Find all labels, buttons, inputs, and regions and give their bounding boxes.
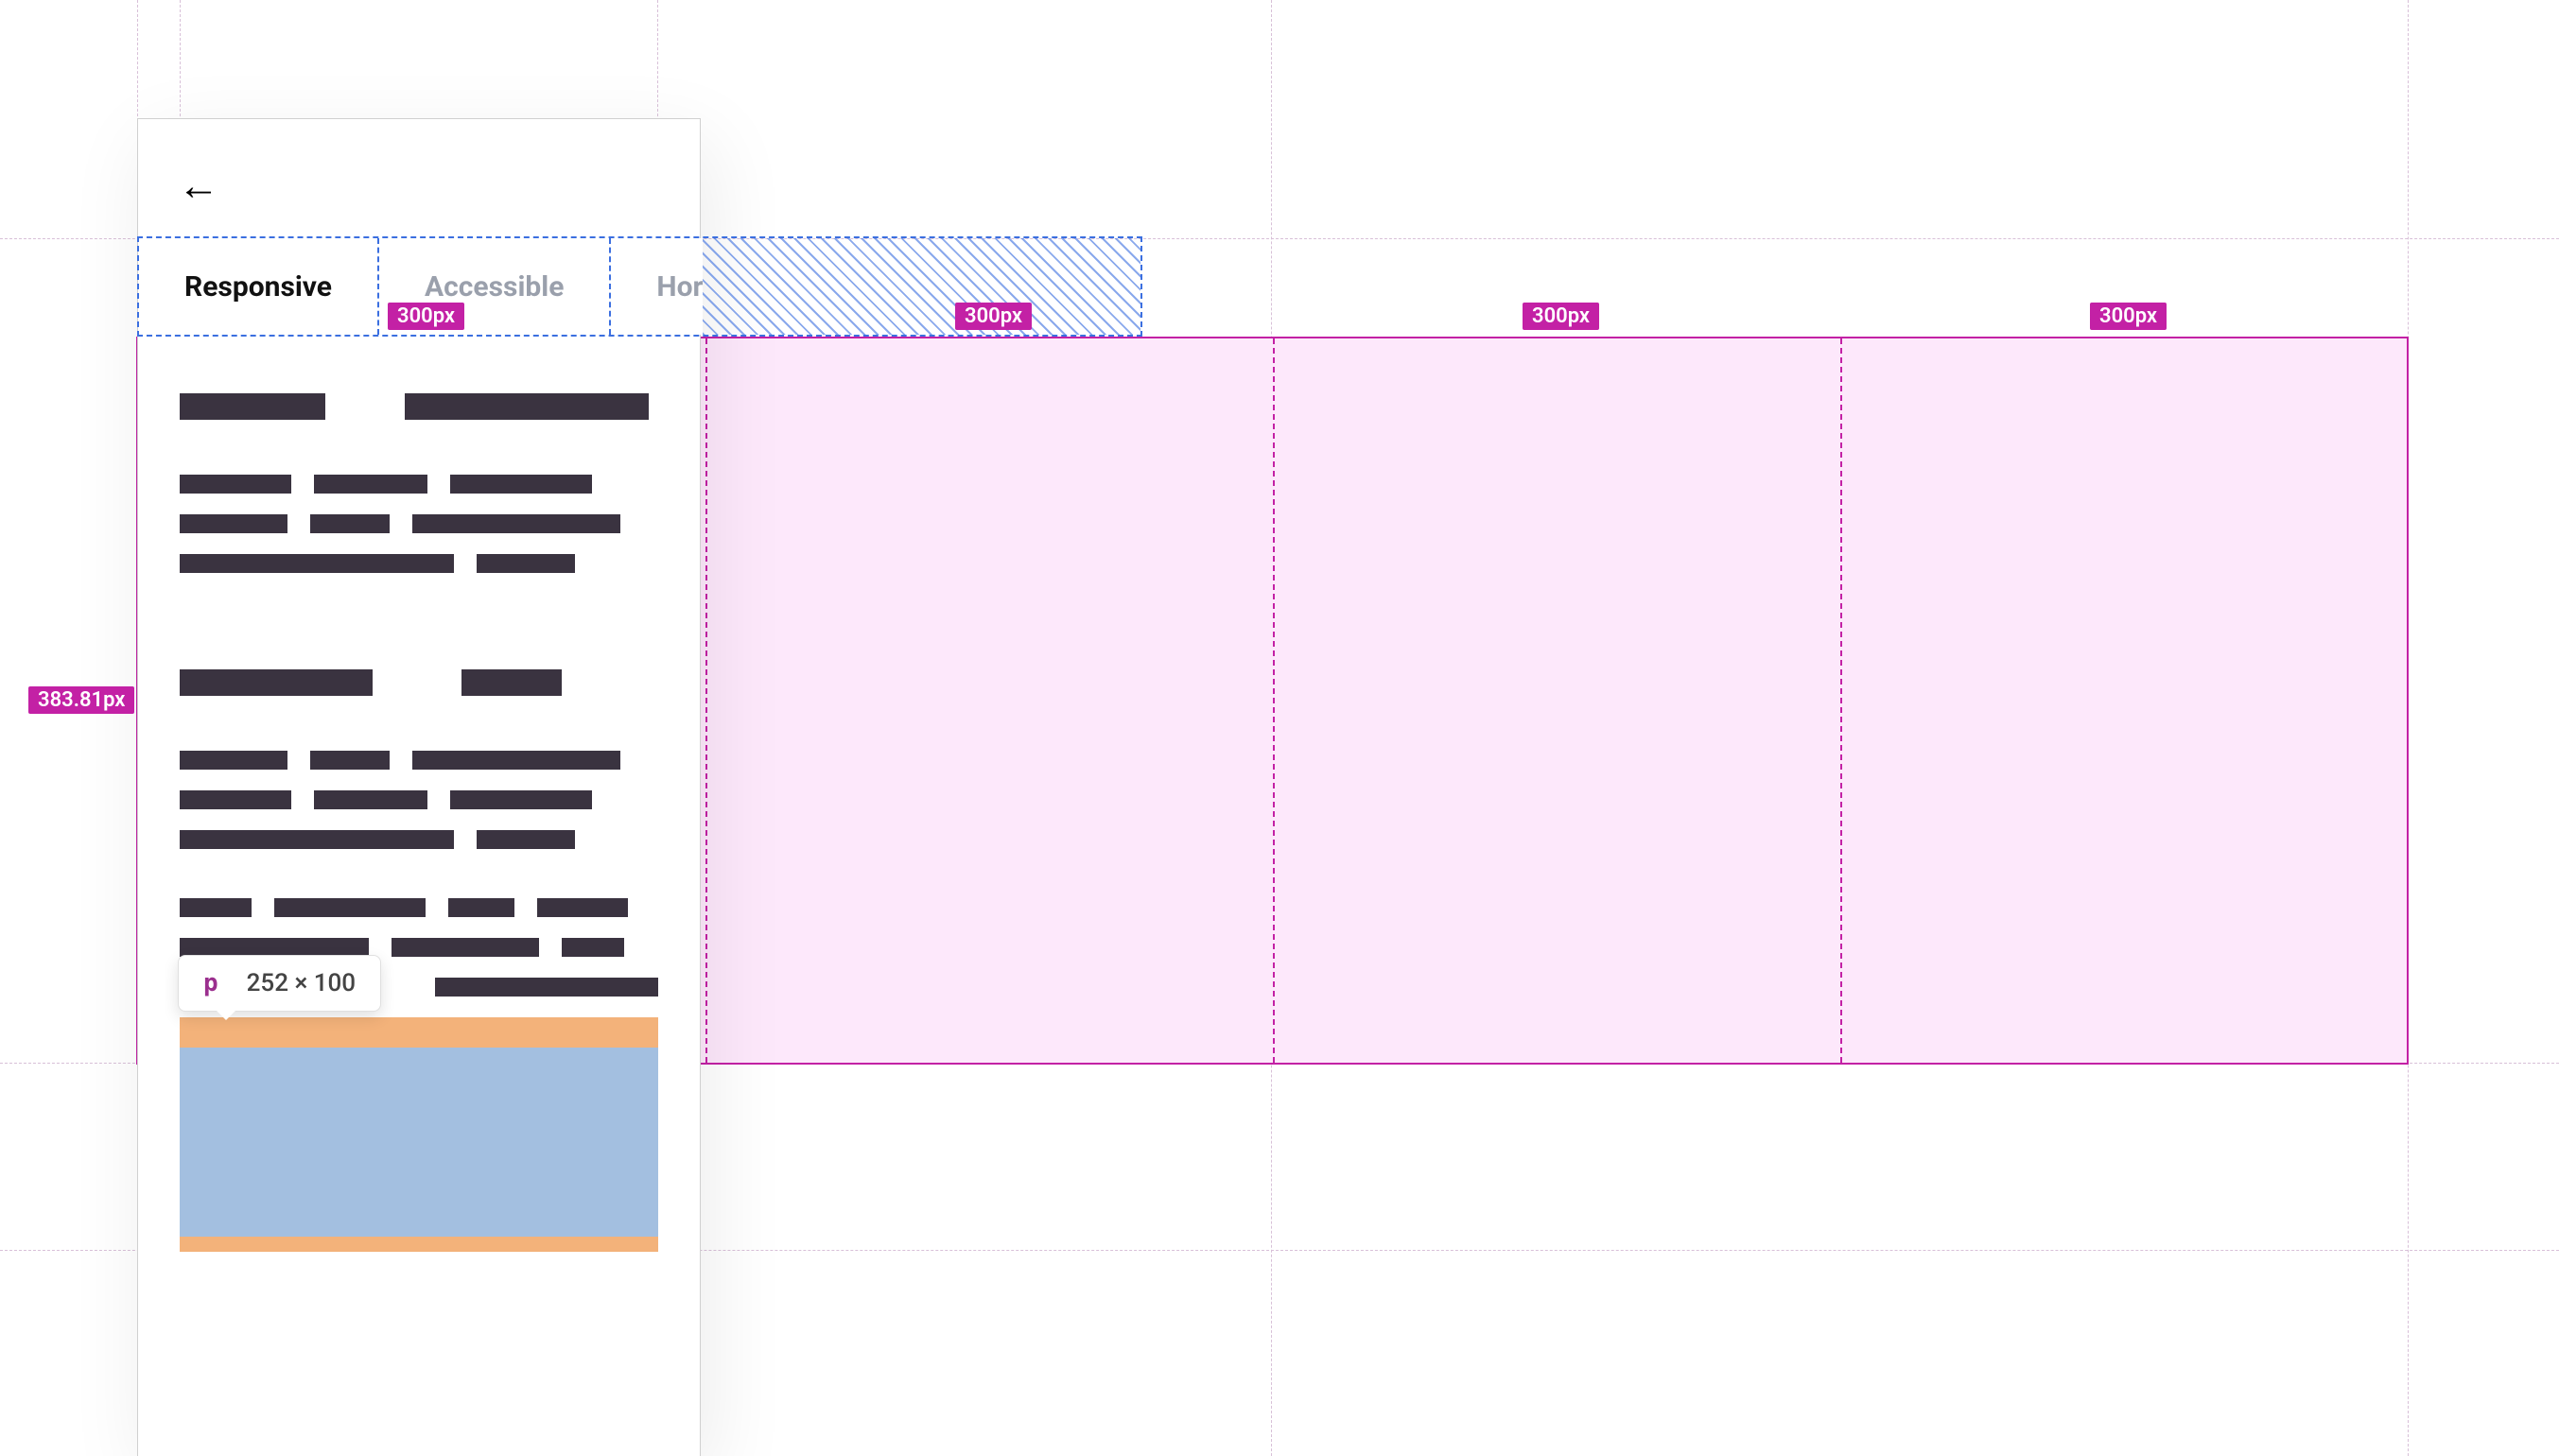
skeleton-text-row [180,830,658,849]
skeleton-heading-row [180,669,658,696]
skeleton-block [274,898,426,917]
tab-row-overflow-indicator: Responsive Accessible Horizontal [137,236,1142,337]
skeleton-block [562,938,624,957]
skeleton-block [180,514,287,533]
grid-col-width-badge: 300px [1523,303,1599,330]
tooltip-tag-name: p [203,969,218,997]
skeleton-block [180,475,291,494]
skeleton-block [412,514,620,533]
skeleton-block [314,475,427,494]
skeleton-block [450,790,592,809]
element-inspector-tooltip: p 252 × 100 [178,955,381,1012]
skeleton-block [180,554,454,573]
skeleton-text-row [180,790,658,809]
skeleton-block [180,790,291,809]
skeleton-block [180,751,287,770]
skeleton-block [477,554,575,573]
tab-accessible[interactable]: Accessible [379,238,611,335]
padding-highlight-bottom [180,1237,658,1252]
back-arrow-icon[interactable]: ← [178,165,219,206]
tab-label: Responsive [184,270,332,303]
content-card [180,594,658,1017]
tab-row: Responsive Accessible Horizontal [139,238,703,335]
tab-label: Accessible [425,270,564,303]
guide-vertical [2408,0,2409,1456]
tooltip-dimensions: 252 × 100 [247,969,356,997]
guide-vertical [1271,0,1272,1456]
grid-column-divider [1840,338,1842,1063]
grid-column-divider [1273,338,1275,1063]
skeleton-block [180,830,454,849]
skeleton-block [180,393,325,420]
tab-label: Horizontal [656,270,703,303]
skeleton-block [448,898,514,917]
grid-row-height-badge: 383.81px [28,686,134,714]
skeleton-block [537,898,628,917]
skeleton-block [405,393,649,420]
skeleton-block [180,669,373,696]
grid-col-width-badge: 300px [2090,303,2167,330]
content-column [180,337,658,1456]
skeleton-block [392,938,539,957]
skeleton-block [461,669,562,696]
device-header: ← [138,119,700,237]
tab-horizontal[interactable]: Horizontal [611,238,703,335]
skeleton-block [477,830,575,849]
content-card-hovered [180,1017,658,1252]
content-card [180,337,658,594]
content-box-highlight [180,1048,658,1237]
skeleton-text-row [180,554,658,573]
skeleton-block [435,978,658,997]
skeleton-block [450,475,592,494]
tab-responsive[interactable]: Responsive [139,238,379,335]
grid-column-divider [705,338,707,1063]
skeleton-block [314,790,427,809]
skeleton-text-row [180,751,658,770]
skeleton-block [310,751,390,770]
skeleton-block [310,514,390,533]
skeleton-text-row [180,898,658,917]
skeleton-text-row [180,475,658,494]
skeleton-heading-row [180,393,658,420]
skeleton-block [180,898,252,917]
skeleton-block [412,751,620,770]
padding-highlight-top [180,1017,658,1048]
skeleton-block [180,938,369,957]
skeleton-text-row [180,514,658,533]
skeleton-text-row [180,938,658,957]
